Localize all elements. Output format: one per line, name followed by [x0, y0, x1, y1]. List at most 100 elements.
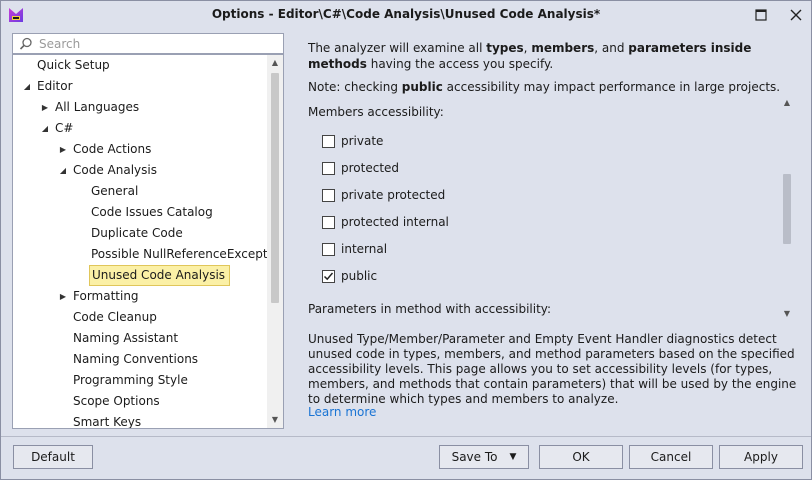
tree-item-label: Naming Conventions [73, 352, 199, 366]
tree-item[interactable]: Unused Code Analysis [13, 265, 268, 286]
tree-item-label: Code Cleanup [73, 310, 157, 324]
default-button[interactable]: Default [13, 445, 93, 469]
checkbox-internal[interactable]: internal [322, 240, 387, 258]
checkmark-icon [323, 272, 334, 280]
tree-item-label: C# [55, 121, 74, 135]
checkbox-label: internal [341, 242, 388, 256]
expanded-arrow-icon[interactable]: ◢ [40, 118, 50, 139]
scroll-up-arrow-icon[interactable]: ▲ [267, 55, 283, 71]
expanded-arrow-icon[interactable]: ◢ [22, 76, 32, 97]
tree-item-label: All Languages [55, 100, 140, 114]
close-button[interactable] [786, 5, 806, 25]
search-input[interactable] [37, 35, 277, 52]
bold-text: members [531, 41, 595, 55]
tree-item-label: Editor [37, 79, 73, 93]
text-run: accessibility may impact performance in … [442, 80, 781, 94]
tree-item[interactable]: Code Cleanup [13, 307, 268, 328]
tree-item-label: Programming Style [73, 373, 188, 387]
checkbox-box[interactable] [322, 215, 335, 229]
analyzer-description: The analyzer will examine all types, mem… [308, 40, 793, 72]
checkbox-box[interactable] [322, 188, 335, 202]
checkbox-box[interactable] [322, 134, 335, 148]
checkbox-box[interactable] [322, 269, 335, 283]
tree-item-label: Code Actions [73, 142, 152, 156]
tree-item[interactable]: Duplicate Code [13, 223, 268, 244]
tree-item-label: Unused Code Analysis [89, 265, 231, 286]
tree-item-label: Duplicate Code [91, 226, 183, 240]
tree-item[interactable]: Naming Assistant [13, 328, 268, 349]
default-button-label: Default [31, 450, 75, 464]
collapsed-arrow-icon[interactable]: ▶ [58, 286, 68, 307]
members-scroll-thumb[interactable] [783, 174, 791, 244]
checkbox-box[interactable] [322, 242, 335, 256]
window-title: Options - Editor\C#\Code Analysis\Unused… [211, 7, 601, 21]
tree-item[interactable]: ◢ Code Analysis [13, 160, 268, 181]
save-to-button-label: Save To [451, 450, 498, 464]
checkbox-protected[interactable]: protected [322, 159, 399, 177]
tree-item[interactable]: ▶ Code Actions [13, 139, 268, 160]
tree-item[interactable]: Programming Style [13, 370, 268, 391]
members-panel: Members accessibility: private protected p… [308, 96, 796, 321]
tree-item-label: Formatting [73, 289, 139, 303]
close-icon [790, 9, 802, 21]
tree-item[interactable]: Smart Keys [13, 412, 268, 429]
parameters-accessibility-label: Parameters in method with accessibility: [308, 302, 552, 316]
collapsed-arrow-icon[interactable]: ▶ [58, 139, 68, 160]
tree-item[interactable]: ▶ Formatting [13, 286, 268, 307]
scroll-down-arrow-icon[interactable]: ▼ [267, 412, 283, 428]
bold-text: types [486, 41, 524, 55]
diagnostics-explanation: Unused Type/Member/Parameter and Empty E… [308, 332, 797, 406]
tree-list: Quick Setup ◢ Editor ▶ All Languages ◢ C# ▶ Code… [13, 55, 283, 429]
footer-divider [1, 436, 811, 437]
checkbox-label: private [341, 134, 384, 148]
dropdown-caret-icon: ▼ [509, 452, 517, 462]
tree-item-label: Quick Setup [37, 58, 110, 72]
tree-item[interactable]: Quick Setup [13, 55, 268, 76]
tree-item[interactable]: ▶ All Languages [13, 97, 268, 118]
tree-item[interactable]: Possible NullReferenceException [13, 244, 283, 265]
checkbox-box[interactable] [322, 161, 335, 175]
members-scrollbar[interactable]: ▲ ▼ [780, 96, 794, 321]
bold-text: public [401, 80, 443, 94]
ok-button[interactable]: OK [539, 445, 623, 469]
maximize-icon [755, 9, 767, 21]
apply-button[interactable]: Apply [719, 445, 803, 469]
tree-item[interactable]: General [13, 181, 268, 202]
options-window: Options - Editor\C#\Code Analysis\Unused… [0, 0, 812, 480]
tree-item-label: Code Issues Catalog [91, 205, 213, 219]
save-to-button[interactable]: Save To ▼ [439, 445, 529, 469]
text-run: , and [594, 41, 629, 55]
tree-item-label: Naming Assistant [73, 331, 179, 345]
checkbox-label: protected internal [341, 215, 449, 229]
performance-note: Note: checking public accessibility may … [308, 80, 780, 94]
tree-scroll-thumb[interactable] [271, 73, 279, 303]
members-accessibility-label: Members accessibility: [308, 105, 444, 119]
tree-item[interactable]: ◢ C# [13, 118, 268, 139]
checkbox-protected-internal[interactable]: protected internal [322, 213, 449, 231]
ok-button-label: OK [572, 450, 590, 464]
members-scroll-up-icon[interactable]: ▲ [780, 96, 794, 110]
checkbox-public[interactable]: public [322, 267, 377, 285]
tree-scrollbar[interactable]: ▲ ▼ [267, 55, 283, 428]
checkbox-label: public [341, 269, 378, 283]
tree-item[interactable]: ◢ Editor [13, 76, 268, 97]
maximize-button[interactable] [751, 5, 771, 25]
search-box [12, 33, 284, 54]
cancel-button-label: Cancel [650, 450, 692, 464]
members-scroll-down-icon[interactable]: ▼ [780, 307, 794, 321]
learn-more-link[interactable]: Learn more [308, 405, 376, 419]
tree-item[interactable]: Code Issues Catalog [13, 202, 268, 223]
checkbox-private[interactable]: private [322, 132, 383, 150]
collapsed-arrow-icon[interactable]: ▶ [40, 97, 50, 118]
options-tree: Quick Setup ◢ Editor ▶ All Languages ◢ C# ▶ Code… [12, 54, 284, 429]
text-run: Note: checking [308, 80, 402, 94]
title-bar: Options - Editor\C#\Code Analysis\Unused… [1, 1, 811, 29]
expanded-arrow-icon[interactable]: ◢ [58, 160, 68, 181]
checkbox-private-protected[interactable]: private protected [322, 186, 445, 204]
tree-item-label: Smart Keys [73, 415, 142, 429]
cancel-button[interactable]: Cancel [629, 445, 713, 469]
tree-item[interactable]: Scope Options [13, 391, 268, 412]
tree-item-label: Code Analysis [73, 163, 157, 177]
tree-item[interactable]: Naming Conventions [13, 349, 268, 370]
text-run: The analyzer will examine all [308, 41, 487, 55]
